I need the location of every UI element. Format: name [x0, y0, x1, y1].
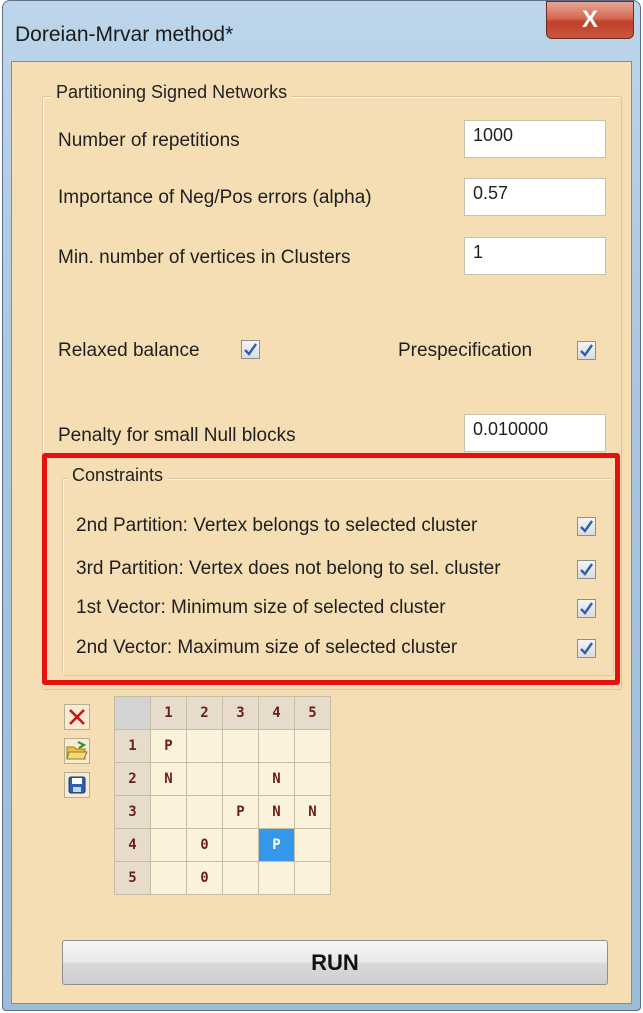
grid-cell[interactable]: N — [150, 762, 187, 796]
grid-row-header[interactable]: 1 — [114, 729, 151, 763]
grid-corner — [114, 696, 151, 730]
grid-cell[interactable] — [222, 828, 259, 862]
open-button[interactable] — [64, 738, 90, 764]
grid-col-header[interactable]: 4 — [258, 696, 295, 730]
run-button[interactable]: RUN — [62, 940, 608, 985]
penalty-label: Penalty for small Null blocks — [58, 425, 296, 446]
repetitions-label: Number of repetitions — [58, 130, 240, 151]
grid-cell[interactable]: N — [258, 762, 295, 796]
relaxed-balance-checkbox[interactable] — [241, 340, 260, 359]
grid-cell[interactable] — [150, 795, 187, 829]
grid-cell[interactable] — [258, 861, 295, 895]
grid-cell[interactable] — [294, 828, 331, 862]
grid-col-header[interactable]: 3 — [222, 696, 259, 730]
relaxed-balance-label: Relaxed balance — [58, 340, 200, 361]
min-vertices-label: Min. number of vertices in Clusters — [58, 247, 351, 268]
grid-cell[interactable] — [294, 762, 331, 796]
grid-row-header[interactable]: 5 — [114, 861, 151, 895]
grid-cell[interactable] — [150, 861, 187, 895]
grid-cell[interactable] — [186, 762, 223, 796]
grid-cell[interactable] — [150, 828, 187, 862]
grid-cell[interactable] — [222, 729, 259, 763]
grid-cell[interactable] — [186, 795, 223, 829]
grid-cell[interactable]: N — [258, 795, 295, 829]
repetitions-input[interactable]: 1000 — [464, 120, 606, 158]
grid-cell[interactable] — [294, 729, 331, 763]
checkmark-icon — [580, 344, 593, 357]
grid-col-header[interactable]: 1 — [150, 696, 187, 730]
grid-cell[interactable]: P — [150, 729, 187, 763]
alpha-input[interactable]: 0.57 — [464, 178, 606, 216]
title-bar[interactable]: Doreian-Mrvar method* X — [3, 1, 640, 61]
close-button[interactable]: X — [546, 1, 634, 39]
open-folder-icon — [66, 741, 88, 760]
save-icon — [68, 776, 86, 794]
close-icon: X — [581, 6, 598, 33]
constraints-highlight — [42, 453, 620, 685]
checkmark-icon — [244, 343, 257, 356]
partitioning-group-legend: Partitioning Signed Networks — [52, 82, 292, 103]
grid-cell[interactable] — [186, 729, 223, 763]
grid-row-header[interactable]: 3 — [114, 795, 151, 829]
constraint-matrix: 1 2 3 4 5 1 P 2 N N 3 P N N 4 0 P 5 0 — [114, 696, 331, 895]
prespecification-label: Prespecification — [398, 340, 533, 361]
grid-row-header[interactable]: 4 — [114, 828, 151, 862]
delete-icon — [69, 709, 85, 725]
grid-cell[interactable]: 0 — [186, 861, 223, 895]
grid-cell[interactable]: P — [222, 795, 259, 829]
grid-cell[interactable] — [222, 762, 259, 796]
window-title: Doreian-Mrvar method* — [15, 23, 234, 46]
grid-row-header[interactable]: 2 — [114, 762, 151, 796]
grid-cell[interactable]: 0 — [186, 828, 223, 862]
grid-cell[interactable] — [294, 861, 331, 895]
save-button[interactable] — [64, 772, 90, 798]
penalty-input[interactable]: 0.010000 — [464, 414, 606, 452]
grid-cell[interactable] — [258, 729, 295, 763]
grid-cell[interactable]: N — [294, 795, 331, 829]
min-vertices-input[interactable]: 1 — [464, 237, 606, 275]
alpha-label: Importance of Neg/Pos errors (alpha) — [58, 187, 372, 208]
delete-button[interactable] — [64, 704, 90, 730]
prespecification-checkbox[interactable] — [577, 341, 596, 360]
grid-cell-selected[interactable]: P — [258, 828, 295, 862]
grid-col-header[interactable]: 5 — [294, 696, 331, 730]
grid-cell[interactable] — [222, 861, 259, 895]
grid-col-header[interactable]: 2 — [186, 696, 223, 730]
